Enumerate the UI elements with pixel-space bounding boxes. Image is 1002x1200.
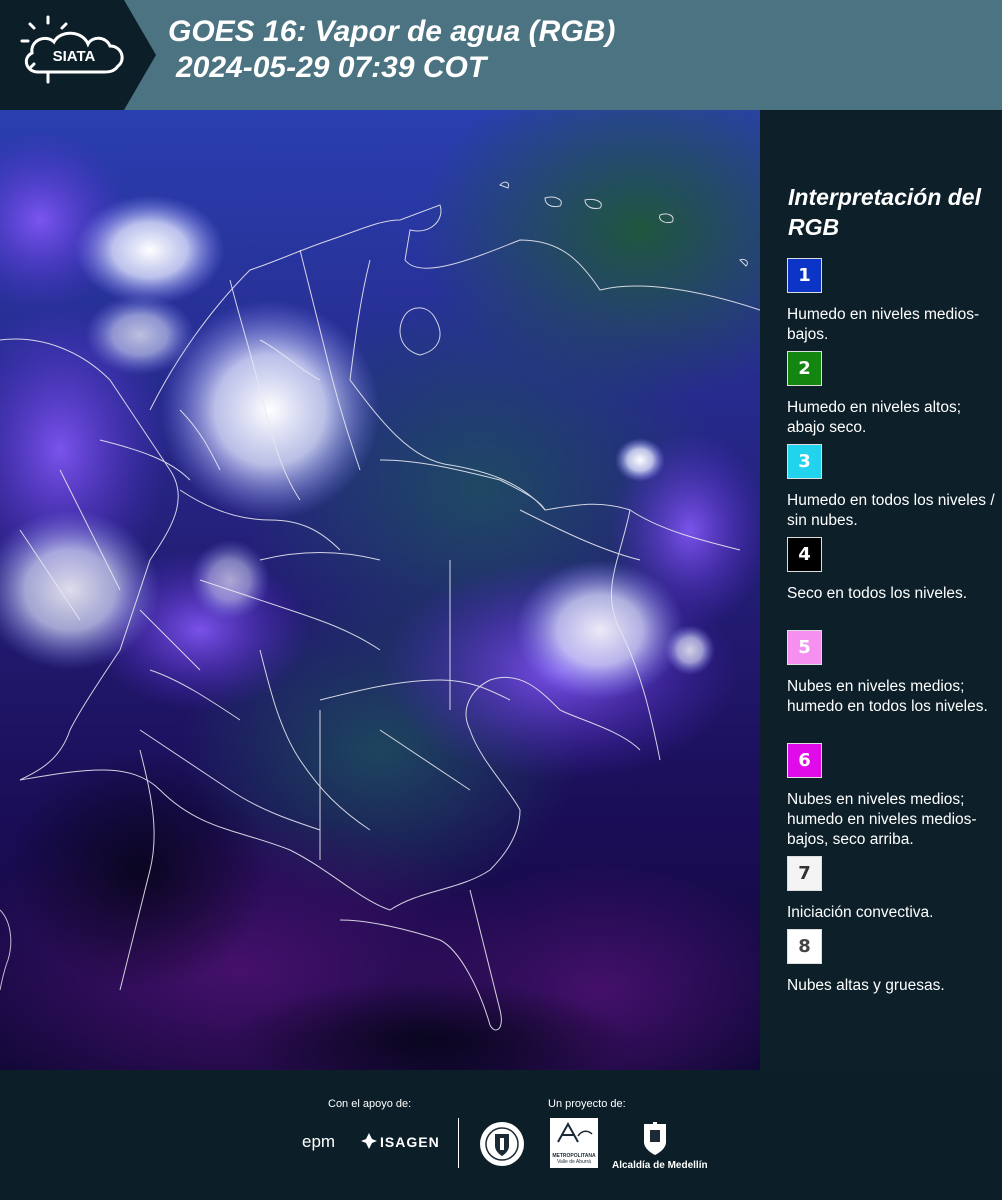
legend-item-2: 2 Humedo en niveles altos; abajo seco. bbox=[787, 351, 997, 438]
legend-swatch-8: 8 bbox=[787, 929, 822, 964]
legend-text-2: Humedo en niveles altos; abajo seco. bbox=[787, 399, 962, 436]
legend-text-5: Nubes en niveles medios; humedo en todos… bbox=[787, 678, 988, 715]
satellite-map bbox=[0, 110, 760, 1070]
alcaldia-text: Alcaldía de Medellín bbox=[612, 1160, 708, 1171]
legend-text-8: Nubes altas y gruesas. bbox=[787, 977, 945, 994]
siata-logo-icon: SIATA bbox=[0, 0, 156, 110]
legend-swatch-6: 6 bbox=[787, 743, 822, 778]
legend-swatch-7: 7 bbox=[787, 856, 822, 891]
legend-swatch-4: 4 bbox=[787, 537, 822, 572]
area-metropolitana-logo: METROPOLITANA Valle de Aburrá bbox=[550, 1118, 598, 1168]
area-metropolitana-icon bbox=[557, 1121, 593, 1143]
legend-item-6: 6 Nubes en niveles medios; humedo en nive… bbox=[787, 743, 997, 850]
legend-text-7: Iniciación convectiva. bbox=[787, 904, 934, 921]
legend-item-7: 7 Iniciación convectiva. bbox=[787, 856, 997, 923]
support-label: Con el apoyo de: bbox=[328, 1098, 412, 1110]
siata-logo: SIATA bbox=[0, 0, 156, 110]
legend-item-1: 1 Humedo en niveles medios-bajos. bbox=[787, 258, 997, 345]
epm-logo: epm bbox=[302, 1132, 336, 1151]
siata-logo-text: SIATA bbox=[53, 48, 96, 65]
legend-text-6: Nubes en niveles medios; humedo en nivel… bbox=[787, 791, 977, 848]
legend-swatch-1: 1 bbox=[787, 258, 822, 293]
isagen-icon bbox=[361, 1133, 377, 1149]
legend-swatch-5: 5 bbox=[787, 630, 822, 665]
footer: Con el apoyo de: Un proyecto de: epm ISA… bbox=[0, 1070, 1002, 1200]
legend-title: Interpretación del RGB bbox=[788, 184, 981, 240]
legend-text-1: Humedo en niveles medios-bajos. bbox=[787, 306, 980, 343]
legend-text-3: Humedo en todos los niveles / sin nubes. bbox=[787, 492, 995, 529]
legend-swatch-3: 3 bbox=[787, 444, 822, 479]
legend-item-3: 3 Humedo en todos los niveles / sin nubes… bbox=[787, 444, 997, 531]
legend-swatch-2: 2 bbox=[787, 351, 822, 386]
legend-item-4: 4 Seco en todos los niveles. bbox=[787, 537, 997, 604]
area-metropolitana-sub: Valle de Aburrá bbox=[557, 1159, 591, 1165]
project-label: Un proyecto de: bbox=[548, 1098, 626, 1110]
legend-panel: Interpretación del RGB 1 Humedo en nivele… bbox=[760, 110, 1002, 1070]
alcaldia-shield-icon bbox=[644, 1122, 666, 1155]
water-vapor-rgb-image bbox=[0, 110, 760, 1070]
title-line-2: 2024-05-29 07:39 COT bbox=[176, 51, 487, 84]
title-line-1: GOES 16: Vapor de agua (RGB) bbox=[168, 15, 616, 48]
legend-item-8: 8 Nubes altas y gruesas. bbox=[787, 929, 997, 996]
footer-divider bbox=[458, 1118, 459, 1168]
legend-item-5: 5 Nubes en niveles medios; humedo en todo… bbox=[787, 630, 997, 717]
medellin-seal-icon bbox=[480, 1122, 524, 1166]
page-title: GOES 16: Vapor de agua (RGB) 2024-05-29 … bbox=[168, 14, 615, 86]
isagen-logo: ISAGEN bbox=[380, 1134, 440, 1150]
header-bar: SIATA GOES 16: Vapor de agua (RGB) 2024-… bbox=[0, 0, 1002, 110]
legend-text-4: Seco en todos los niveles. bbox=[787, 585, 968, 602]
